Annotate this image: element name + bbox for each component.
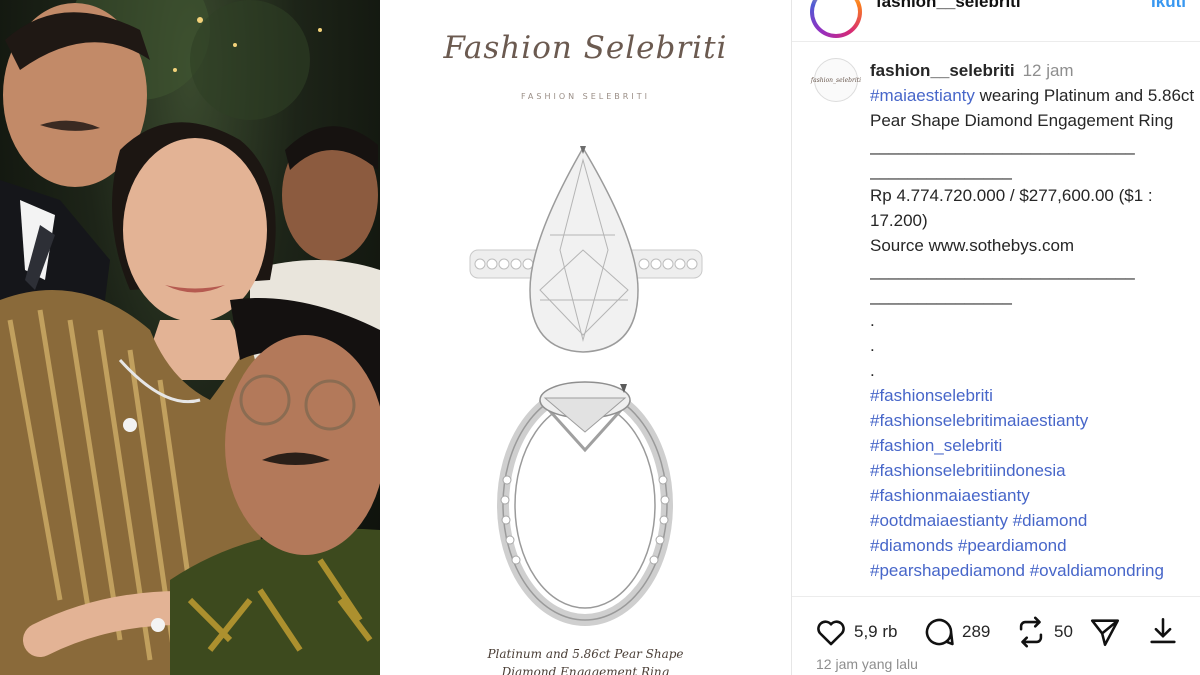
caption-divider: _______________: [870, 286, 1012, 305]
repost-icon: [1019, 616, 1043, 648]
post-image[interactable]: Fashion Selebriti FASHION SELEBRITI Plat…: [380, 0, 792, 675]
comment-count: 289: [962, 622, 991, 641]
caption-dot: .: [870, 361, 875, 380]
hashtag-link[interactable]: #maiaestianty: [870, 86, 975, 105]
send-icon: [1090, 619, 1120, 647]
caption-divider: ____________________________: [870, 136, 1135, 155]
header-username[interactable]: fashion__selebriti: [876, 0, 1021, 12]
comment-button[interactable]: 289: [922, 615, 990, 649]
hashtag-link[interactable]: #pearshapediamond #ovaldiamondring: [870, 558, 1200, 583]
download-button[interactable]: [1146, 615, 1180, 649]
comment-icon: [925, 618, 954, 646]
selfie-photo-illustration: [0, 0, 380, 675]
caption-text: #maiaestianty wearing Platinum and 5.86c…: [870, 83, 1200, 133]
follow-button[interactable]: Ikuti: [1151, 0, 1186, 12]
caption-body[interactable]: fashion__selebriti 12 jam #maiaestianty w…: [870, 58, 1200, 594]
caption-time: 12 jam: [1022, 61, 1074, 80]
post-actions-bar: 5,9 rb 289 50: [792, 596, 1200, 649]
post-image-caption: Platinum and 5.86ct Pear Shape Diamond E…: [380, 645, 791, 675]
caption-source: Source www.sothebys.com: [870, 236, 1075, 255]
caption-price: Rp 4.774.720.000 / $277,600.00 ($1 : 17.…: [870, 186, 1153, 230]
share-button[interactable]: [1088, 615, 1122, 649]
post-timestamp: 12 jam yang lalu: [816, 656, 918, 672]
post-side-panel: fashion__selebriti Ikuti fashion_selebri…: [792, 0, 1200, 675]
repost-count: 50: [1054, 622, 1073, 641]
post-header: fashion__selebriti Ikuti: [792, 0, 1200, 42]
caption-divider: ____________________________: [870, 261, 1135, 280]
caption-divider: _______________: [870, 161, 1012, 180]
like-count: 5,9 rb: [854, 622, 898, 641]
caption-dot: .: [870, 336, 875, 355]
hashtag-link[interactable]: #fashionselebritiindonesia: [870, 458, 1200, 483]
heart-icon: [817, 620, 845, 646]
like-button[interactable]: 5,9 rb: [814, 615, 897, 649]
hashtag-link[interactable]: #ootdmaiaestianty #diamond: [870, 508, 1200, 533]
post-image-caption-line1: Platinum and 5.86ct Pear Shape: [487, 647, 684, 661]
selfie-photo: [0, 0, 380, 675]
caption-avatar-text: fashion_selebriti: [810, 76, 862, 84]
download-icon: [1150, 617, 1176, 644]
hashtag-link[interactable]: #fashionmaiaestianty: [870, 483, 1200, 508]
hashtag-link[interactable]: #fashionselebritimaiaestianty: [870, 408, 1200, 433]
caption-header-line: fashion__selebriti 12 jam: [870, 58, 1200, 83]
caption-avatar[interactable]: fashion_selebriti: [810, 58, 862, 102]
profile-avatar[interactable]: [810, 0, 862, 38]
caption-dot: .: [870, 311, 875, 330]
hashtag-link[interactable]: #diamonds #peardiamond: [870, 533, 1200, 558]
repost-button[interactable]: 50: [1014, 615, 1073, 649]
hashtag-link[interactable]: #fashionselebriti: [870, 383, 1200, 408]
caption-username[interactable]: fashion__selebriti: [870, 61, 1015, 80]
ring-illustration: [469, 146, 703, 626]
hashtag-link[interactable]: #fashion_selebriti: [870, 433, 1200, 458]
post-image-caption-line2: Diamond Engagement Ring: [501, 665, 670, 675]
